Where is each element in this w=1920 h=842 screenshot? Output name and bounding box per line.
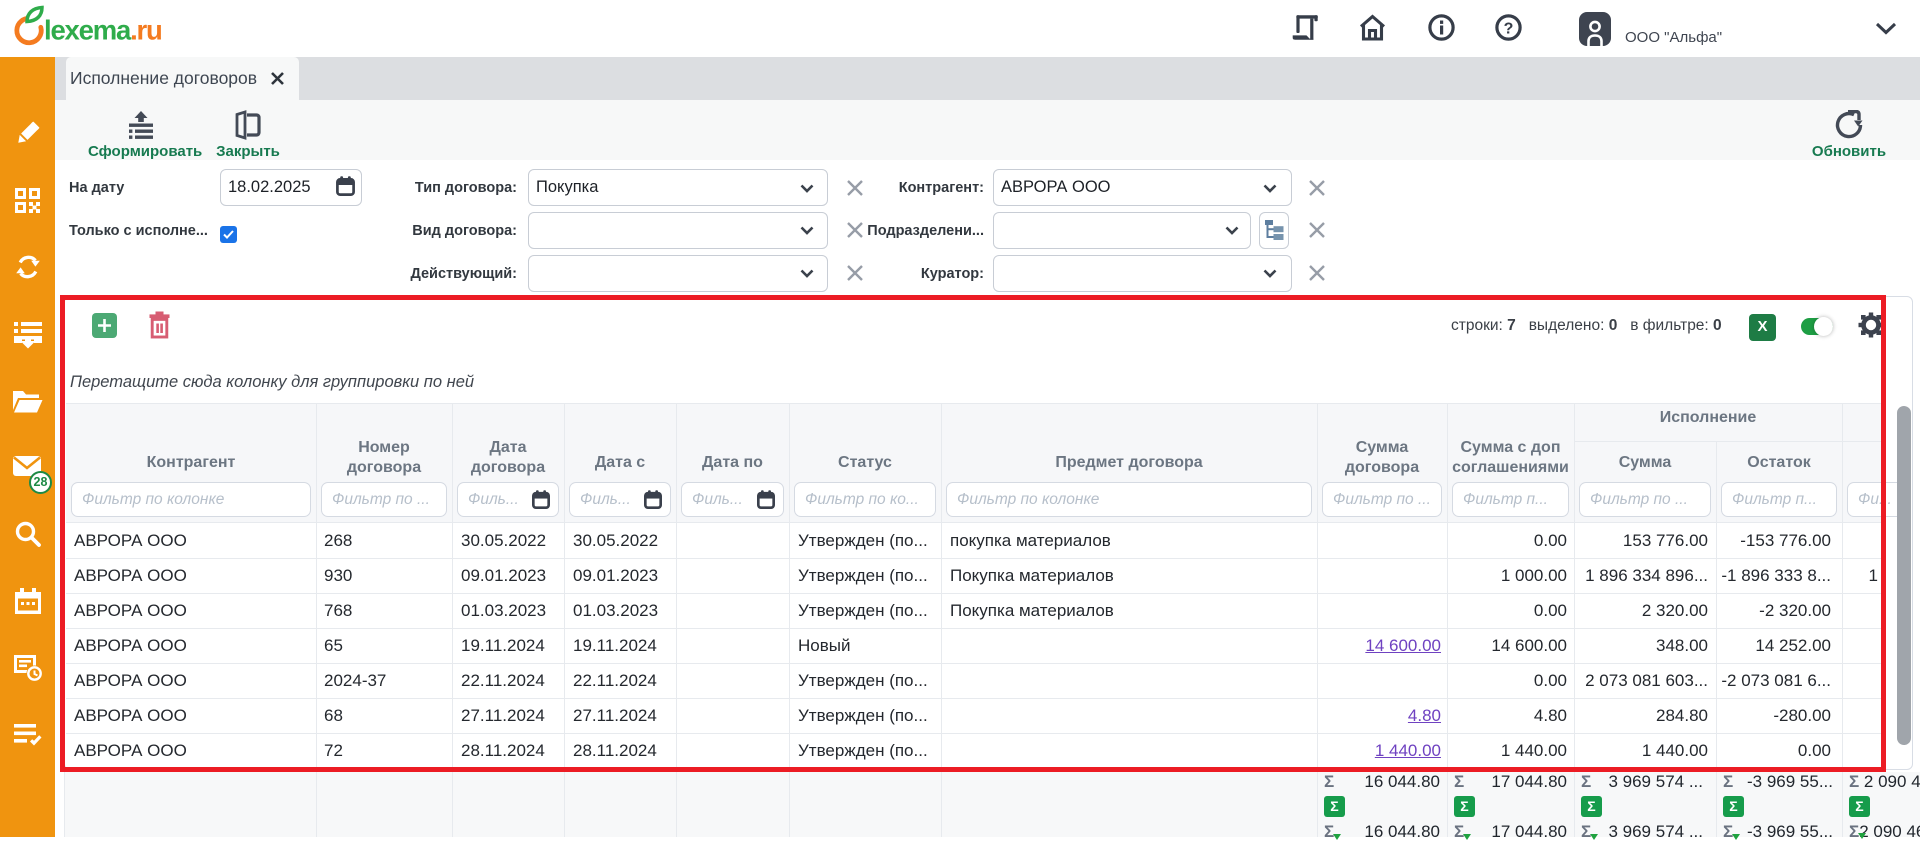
svg-text:?: ? — [1504, 21, 1514, 38]
svg-text:lexema.ru: lexema.ru — [44, 15, 162, 46]
